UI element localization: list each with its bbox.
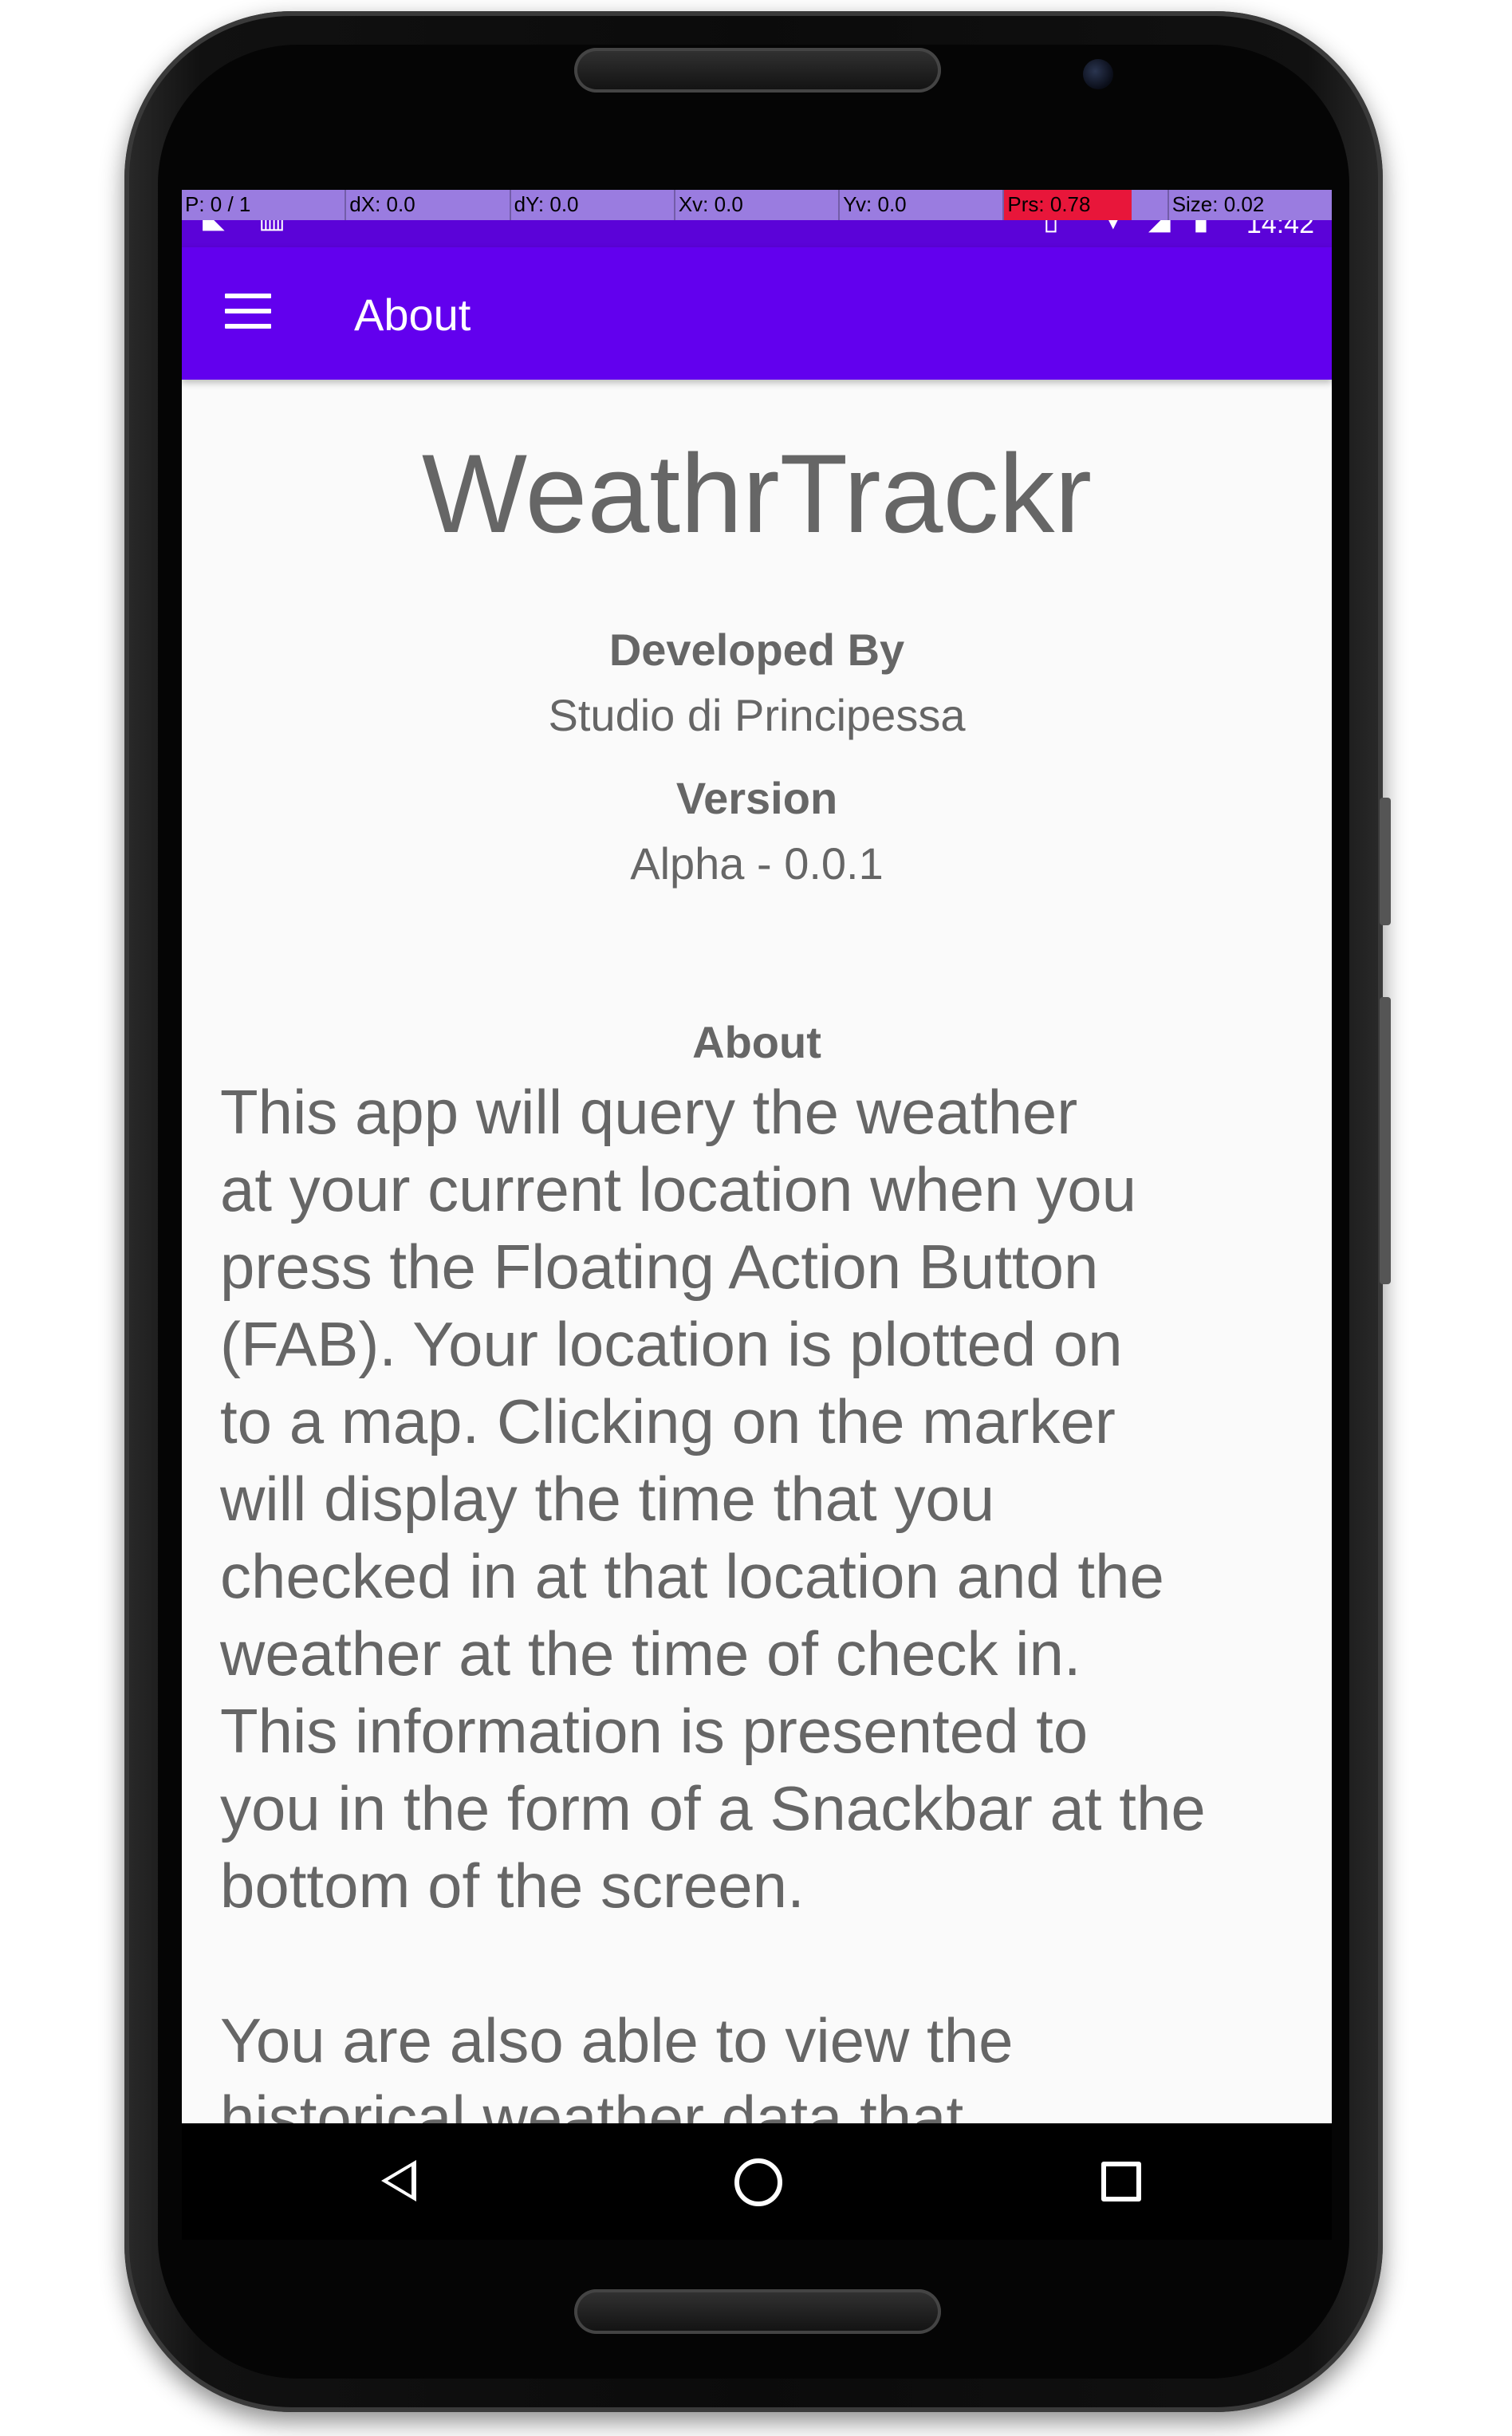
pointer-size: Size: 0.02 xyxy=(1167,190,1332,220)
version-label: Version xyxy=(675,773,838,823)
about-label: About xyxy=(692,1017,821,1067)
bottom-speaker xyxy=(574,2289,941,2334)
developer-name: Studio di Principessa xyxy=(548,690,966,740)
pointer-count: P: 0 / 1 xyxy=(185,192,251,216)
app-bar-title: About xyxy=(354,290,471,340)
pointer-dx: dX: 0.0 xyxy=(345,190,509,220)
back-icon[interactable] xyxy=(381,2160,416,2201)
front-camera xyxy=(1083,59,1113,89)
home-icon[interactable] xyxy=(734,2158,782,2206)
power-button xyxy=(1380,997,1391,1284)
pointer-pressure: Prs: 0.78 xyxy=(1002,190,1167,220)
pointer-dy: dY: 0.0 xyxy=(509,190,674,220)
pointer-location-overlay: P: 0 / 1 dX: 0.0 dY: 0.0 Xv: 0.0 Yv: 0.0… xyxy=(182,190,1332,220)
navigation-bar xyxy=(182,2123,1332,2240)
pointer-xv: Xv: 0.0 xyxy=(673,190,838,220)
earpiece-speaker xyxy=(574,48,941,93)
pointer-yv: Yv: 0.0 xyxy=(838,190,1002,220)
hamburger-menu-icon[interactable] xyxy=(225,294,271,329)
version-value: Alpha - 0.0.1 xyxy=(630,838,884,889)
app-bar: About xyxy=(182,247,1332,380)
recent-apps-icon[interactable] xyxy=(1101,2162,1141,2201)
screen: ◣ ▥ ▯ ▼ ◢ ▮ 14:42 P: 0 / 1 dX: 0.0 dY: 0… xyxy=(182,190,1332,2123)
developed-by-label: Developed By xyxy=(608,625,905,675)
status-bar: ◣ ▥ ▯ ▼ ◢ ▮ 14:42 P: 0 / 1 dX: 0.0 dY: 0… xyxy=(182,190,1332,247)
app-name-heading: WeathrTrackr xyxy=(421,431,1093,556)
volume-button xyxy=(1380,798,1391,925)
about-description: This app will query the weather at your … xyxy=(220,1077,1206,2123)
